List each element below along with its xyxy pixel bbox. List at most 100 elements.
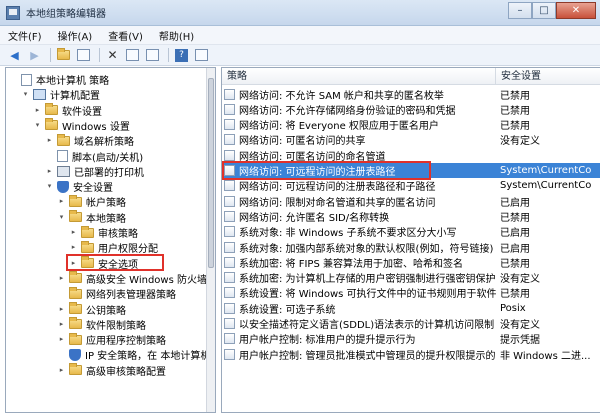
expand-arrow-icon[interactable]: ▸ bbox=[57, 335, 66, 344]
menu-view[interactable]: 查看(V) bbox=[100, 28, 151, 43]
tree-item-label: 公钥策略 bbox=[86, 305, 126, 317]
policy-row[interactable]: 系统对象: 非 Windows 子系统不要求区分大小写 已启用 bbox=[222, 224, 600, 239]
column-header-policy[interactable]: 策略 bbox=[222, 68, 496, 85]
policy-row[interactable]: 系统设置: 将 Windows 可执行文件中的证书规则用于软件... 已禁用 bbox=[222, 285, 600, 300]
tree-item[interactable]: ▸ 审核策略 bbox=[69, 225, 138, 240]
tree-item[interactable]: ▸ 软件设置 bbox=[33, 103, 102, 118]
tree-item[interactable]: 脚本(启动/关机) bbox=[45, 149, 143, 164]
policy-name: 用户帐户控制: 标准用户的提升提示行为 bbox=[239, 335, 416, 347]
policy-row[interactable]: 系统加密: 为计算机上存储的用户密钥强制进行强密钥保护 没有定义 bbox=[222, 270, 600, 285]
policy-row[interactable]: 网络访问: 允许匿名 SID/名称转换 已禁用 bbox=[222, 209, 600, 224]
column-header-setting[interactable]: 安全设置 bbox=[496, 68, 600, 85]
tree-item[interactable]: ▾ 计算机配置 bbox=[21, 87, 100, 102]
tree-pane[interactable]: 本地计算机 策略 ▾ 计算机配置 ▸ 软件设置 ▾ Windows 设置 ▸ 域名解析策略 脚本(… bbox=[5, 67, 216, 413]
tree-item[interactable]: ▸ 域名解析策略 bbox=[45, 133, 134, 148]
policy-name: 以安全描述符定义语言(SDDL)语法表示的计算机访问限制 bbox=[239, 320, 495, 331]
tree-item-label: 软件限制策略 bbox=[86, 320, 146, 332]
expand-arrow-icon[interactable]: ▸ bbox=[33, 106, 42, 115]
policy-name: 网络访问: 可远程访问的注册表路径和子路径 bbox=[239, 182, 436, 194]
policy-list-pane[interactable]: 策略 安全设置 网络访问: 不允许 SAM 帐户和共享的匿名枚举 已禁用 网络访问:… bbox=[221, 67, 600, 413]
minimize-button[interactable]: – bbox=[508, 2, 532, 19]
expand-arrow-icon[interactable]: ▸ bbox=[57, 305, 66, 314]
tree-item[interactable]: ▸ 应用程序控制策略 bbox=[57, 332, 166, 347]
expand-arrow-icon[interactable]: ▸ bbox=[69, 243, 78, 252]
policy-cell: 网络访问: 不允许存储网络身份验证的密码和凭据 bbox=[224, 102, 496, 117]
tree-item[interactable]: 网络列表管理器策略 bbox=[57, 286, 176, 301]
expand-arrow-icon[interactable]: ▸ bbox=[57, 366, 66, 375]
folder-icon bbox=[69, 332, 82, 345]
policy-setting-icon bbox=[224, 318, 235, 329]
expand-arrow-icon[interactable]: ▸ bbox=[57, 197, 66, 206]
policy-name: 网络访问: 不允许 SAM 帐户和共享的匿名枚举 bbox=[239, 90, 444, 102]
policy-row[interactable]: 网络访问: 限制对命名管道和共享的匿名访问 已启用 bbox=[222, 194, 600, 209]
policy-row[interactable]: 网络访问: 可匿名访问的共享 没有定义 bbox=[222, 132, 600, 147]
tree-item-label: 网络列表管理器策略 bbox=[86, 290, 176, 302]
folder-icon bbox=[45, 118, 58, 131]
expand-arrow-icon[interactable]: ▸ bbox=[57, 274, 66, 283]
show-tree-icon[interactable] bbox=[75, 47, 92, 64]
policy-cell: 网络访问: 允许匿名 SID/名称转换 bbox=[224, 209, 496, 224]
policy-row[interactable]: 系统设置: 可选子系统 Posix bbox=[222, 301, 600, 316]
tree-item[interactable]: ▸ 高级审核策略配置 bbox=[57, 363, 166, 378]
tree-item[interactable]: ▸ 已部署的打印机 bbox=[45, 164, 144, 179]
view-icon[interactable] bbox=[193, 47, 210, 64]
policy-row[interactable]: 网络访问: 将 Everyone 权限应用于匿名用户 已禁用 bbox=[222, 117, 600, 132]
policy-name: 网络访问: 允许匿名 SID/名称转换 bbox=[239, 212, 390, 224]
policy-row[interactable]: 用户帐户控制: 管理员批准模式中管理员的提升权限提示的... 非 Windows … bbox=[222, 347, 600, 362]
menu-action[interactable]: 操作(A) bbox=[50, 28, 101, 43]
tree-item[interactable]: ▸ 软件限制策略 bbox=[57, 317, 146, 332]
folder-icon bbox=[81, 225, 94, 238]
collapse-arrow-icon[interactable]: ▾ bbox=[33, 121, 42, 130]
tree-item[interactable]: ▾ 安全设置 bbox=[45, 179, 113, 194]
folder-icon bbox=[69, 286, 82, 299]
security-setting-value: 已启用 bbox=[500, 197, 530, 209]
policy-row[interactable]: 网络访问: 不允许存储网络身份验证的密码和凭据 已禁用 bbox=[222, 102, 600, 117]
printer-icon bbox=[57, 165, 70, 177]
tree-item-label: 高级安全 Windows 防火墙 bbox=[86, 274, 207, 286]
security-setting-value: 已禁用 bbox=[500, 121, 530, 133]
menu-help[interactable]: 帮助(H) bbox=[151, 28, 202, 43]
tree-item[interactable]: ▾ Windows 设置 bbox=[33, 118, 130, 133]
security-setting-value: 已禁用 bbox=[500, 212, 530, 224]
maximize-button[interactable]: □ bbox=[532, 2, 556, 19]
tree-item-label: 域名解析策略 bbox=[74, 137, 134, 149]
expand-arrow-icon[interactable]: ▸ bbox=[45, 167, 54, 176]
policy-name: 网络访问: 限制对命名管道和共享的匿名访问 bbox=[239, 197, 436, 209]
expand-arrow-icon[interactable]: ▸ bbox=[69, 228, 78, 237]
scrollbar-thumb[interactable] bbox=[208, 78, 214, 268]
up-folder-icon[interactable] bbox=[55, 47, 72, 64]
expand-arrow-icon[interactable]: ▸ bbox=[45, 136, 54, 145]
tree-vertical-scrollbar[interactable] bbox=[206, 68, 215, 412]
menu-file[interactable]: 文件(F) bbox=[0, 28, 50, 43]
policy-row[interactable]: 网络访问: 不允许 SAM 帐户和共享的匿名枚举 已禁用 bbox=[222, 87, 600, 102]
policy-name: 网络访问: 不允许存储网络身份验证的密码和凭据 bbox=[239, 105, 456, 117]
policy-row[interactable]: 系统加密: 将 FIPS 兼容算法用于加密、哈希和签名 已禁用 bbox=[222, 255, 600, 270]
collapse-arrow-icon[interactable]: ▾ bbox=[57, 213, 66, 222]
properties-icon[interactable] bbox=[124, 47, 141, 64]
tree-item[interactable]: IP 安全策略，在 本地计算机 bbox=[57, 347, 210, 362]
policy-row[interactable]: 网络访问: 可远程访问的注册表路径和子路径 System\CurrentCo bbox=[222, 178, 600, 193]
policy-row[interactable]: 系统对象: 加强内部系统对象的默认权限(例如，符号链接) 已启用 bbox=[222, 240, 600, 255]
tree-item[interactable]: ▸ 高级安全 Windows 防火墙 bbox=[57, 271, 207, 286]
close-button[interactable]: ✕ bbox=[556, 2, 596, 19]
tree-item[interactable]: 本地计算机 策略 bbox=[9, 72, 109, 87]
policy-cell: 网络访问: 可远程访问的注册表路径和子路径 bbox=[224, 178, 496, 193]
tree-item-label: 软件设置 bbox=[62, 106, 102, 118]
policy-row[interactable]: 用户帐户控制: 标准用户的提升提示行为 提示凭据 bbox=[222, 331, 600, 346]
back-arrow-icon[interactable]: ◀ bbox=[6, 47, 23, 64]
policy-row[interactable]: 以安全描述符定义语言(SDDL)语法表示的计算机访问限制 没有定义 bbox=[222, 316, 600, 331]
help-icon[interactable]: ? bbox=[173, 47, 190, 64]
policy-setting-icon bbox=[224, 241, 235, 253]
forward-arrow-icon[interactable]: ▶ bbox=[26, 47, 43, 64]
export-list-icon[interactable] bbox=[144, 47, 161, 64]
tree-item[interactable]: ▸ 帐户策略 bbox=[57, 194, 126, 209]
tree-item[interactable]: ▾ 本地策略 bbox=[57, 210, 126, 225]
security-setting-value: 没有定义 bbox=[500, 320, 540, 331]
delete-icon[interactable]: ✕ bbox=[104, 47, 121, 64]
collapse-arrow-icon[interactable]: ▾ bbox=[21, 90, 30, 99]
tree-item[interactable]: ▸ 公钥策略 bbox=[57, 302, 126, 317]
collapse-arrow-icon[interactable]: ▾ bbox=[45, 182, 54, 191]
policy-setting-icon bbox=[224, 180, 235, 192]
folder-icon bbox=[45, 103, 58, 116]
expand-arrow-icon[interactable]: ▸ bbox=[57, 320, 66, 329]
